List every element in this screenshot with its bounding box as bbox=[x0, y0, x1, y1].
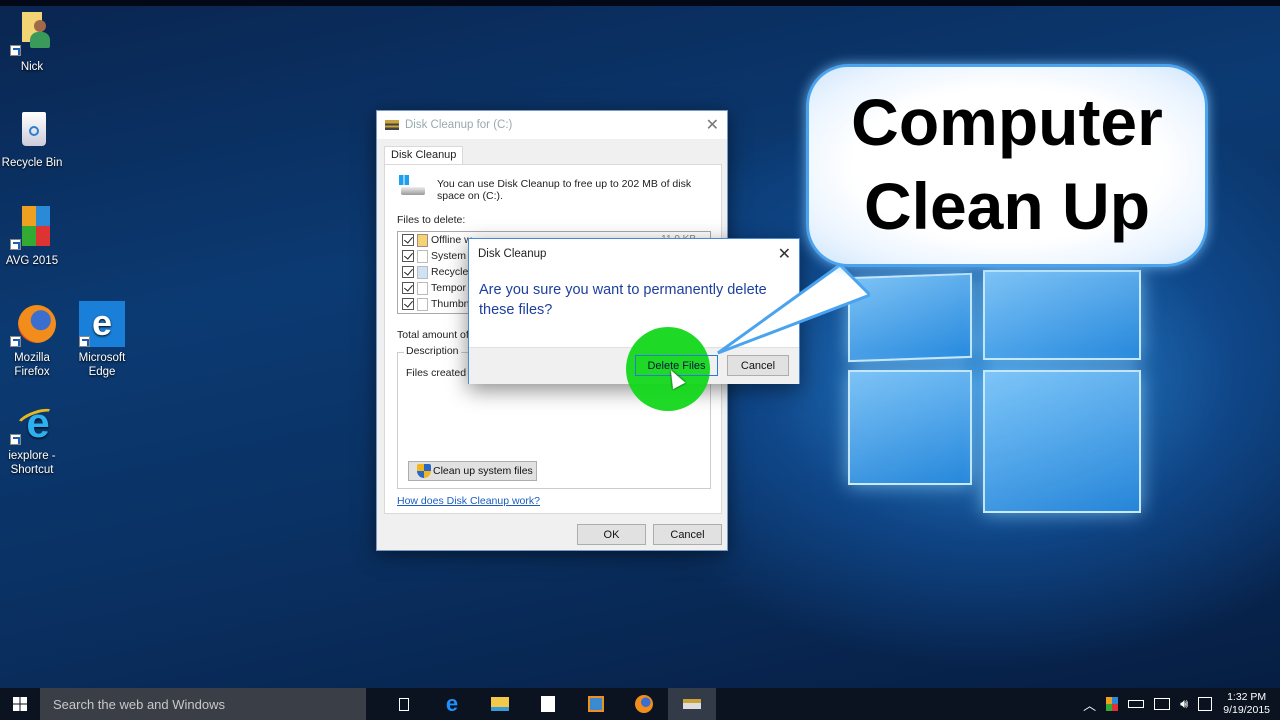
action-center-icon[interactable] bbox=[1198, 697, 1213, 711]
total-amount-label: Total amount of bbox=[397, 329, 469, 341]
clean-up-system-files-button[interactable]: Clean up system files bbox=[408, 461, 537, 481]
help-link[interactable]: How does Disk Cleanup work? bbox=[397, 495, 540, 507]
drive-icon bbox=[399, 175, 425, 197]
description-text: Files created b bbox=[406, 367, 475, 379]
callout-tail bbox=[717, 263, 870, 355]
tab-disk-cleanup[interactable]: Disk Cleanup bbox=[384, 146, 464, 165]
description-legend: Description bbox=[404, 345, 461, 357]
file-icon bbox=[417, 249, 428, 263]
checkbox[interactable] bbox=[402, 282, 414, 294]
checkbox[interactable] bbox=[402, 298, 414, 310]
file-icon bbox=[417, 297, 428, 311]
task-view-icon[interactable] bbox=[380, 688, 428, 720]
start-button[interactable] bbox=[0, 688, 40, 720]
shortcut-arrow-icon bbox=[10, 434, 21, 445]
wallpaper-pane-tr bbox=[983, 270, 1141, 360]
shortcut-arrow-icon bbox=[79, 336, 90, 347]
shortcut-arrow-icon bbox=[10, 45, 21, 56]
ok-button[interactable]: OK bbox=[577, 524, 646, 545]
windows-logo-icon bbox=[13, 697, 27, 711]
checkbox[interactable] bbox=[402, 234, 414, 246]
desktop-icon-nick[interactable]: Nick bbox=[0, 12, 68, 74]
wallpaper-pane-bl bbox=[848, 370, 972, 485]
edge-taskbar-icon[interactable]: e bbox=[428, 688, 476, 720]
clock[interactable]: 1:32 PM 9/19/2015 bbox=[1223, 691, 1270, 717]
network-icon[interactable] bbox=[1154, 698, 1171, 710]
title-bar: Disk Cleanup for (C:) bbox=[377, 111, 727, 139]
firefox-taskbar-icon[interactable] bbox=[620, 688, 668, 720]
store-icon[interactable] bbox=[524, 688, 572, 720]
show-hidden-icons-chevron-icon[interactable]: ︿ bbox=[1083, 695, 1096, 714]
recycle-bin-icon bbox=[10, 108, 54, 152]
user-folder-icon bbox=[10, 12, 54, 56]
shortcut-arrow-icon bbox=[10, 336, 21, 347]
edge-icon: e bbox=[79, 301, 125, 347]
desktop-icon-edge[interactable]: e Microsoft Edge bbox=[66, 301, 138, 379]
close-icon[interactable]: ✕ bbox=[706, 115, 719, 135]
shortcut-arrow-icon bbox=[10, 239, 21, 250]
wallpaper-pane-br bbox=[983, 370, 1141, 513]
disk-cleanup-taskbar-icon[interactable] bbox=[668, 688, 716, 720]
volume-icon[interactable]: 🔊︎ bbox=[1180, 696, 1188, 712]
clock-date: 9/19/2015 bbox=[1223, 704, 1270, 716]
checkbox[interactable] bbox=[402, 266, 414, 278]
taskbar: Search the web and Windows e ︿ 🔊︎ 1:32 P… bbox=[0, 688, 1280, 720]
desktop-icon-avg[interactable]: AVG 2015 bbox=[0, 206, 68, 268]
search-box[interactable]: Search the web and Windows bbox=[40, 688, 366, 720]
file-icon bbox=[417, 281, 428, 295]
callout-text: Computer Clean Up bbox=[851, 85, 1163, 243]
internet-explorer-icon: e bbox=[10, 401, 58, 445]
recycle-bin-small-icon bbox=[417, 265, 428, 279]
uac-shield-icon bbox=[417, 464, 431, 478]
desktop-icon-recycle-bin[interactable]: Recycle Bin bbox=[0, 108, 68, 170]
checkbox[interactable] bbox=[402, 250, 414, 262]
confirm-title: Disk Cleanup bbox=[478, 248, 547, 260]
battery-icon[interactable] bbox=[1128, 700, 1145, 708]
media-player-icon[interactable] bbox=[572, 688, 620, 720]
clock-time: 1:32 PM bbox=[1227, 691, 1267, 703]
intro-text: You can use Disk Cleanup to free up to 2… bbox=[437, 178, 692, 202]
top-edge bbox=[0, 0, 1280, 6]
desktop-icon-iexplore[interactable]: e iexplore - Shortcut bbox=[0, 401, 68, 477]
tab-strip: Disk Cleanup bbox=[384, 146, 464, 165]
avg-tray-icon[interactable] bbox=[1106, 697, 1119, 711]
window-title: Disk Cleanup for (C:) bbox=[405, 119, 513, 131]
avg-icon bbox=[10, 206, 54, 250]
files-to-delete-label: Files to delete: bbox=[397, 214, 466, 226]
desktop-icon-firefox[interactable]: Mozilla Firefox bbox=[0, 303, 68, 379]
firefox-icon bbox=[10, 303, 56, 347]
file-explorer-icon[interactable] bbox=[476, 688, 524, 720]
disk-cleanup-app-icon bbox=[385, 120, 399, 130]
cancel-button[interactable]: Cancel bbox=[653, 524, 722, 545]
system-tray: ︿ 🔊︎ 1:32 PM 9/19/2015 bbox=[1078, 688, 1280, 720]
offline-files-icon bbox=[417, 233, 428, 247]
